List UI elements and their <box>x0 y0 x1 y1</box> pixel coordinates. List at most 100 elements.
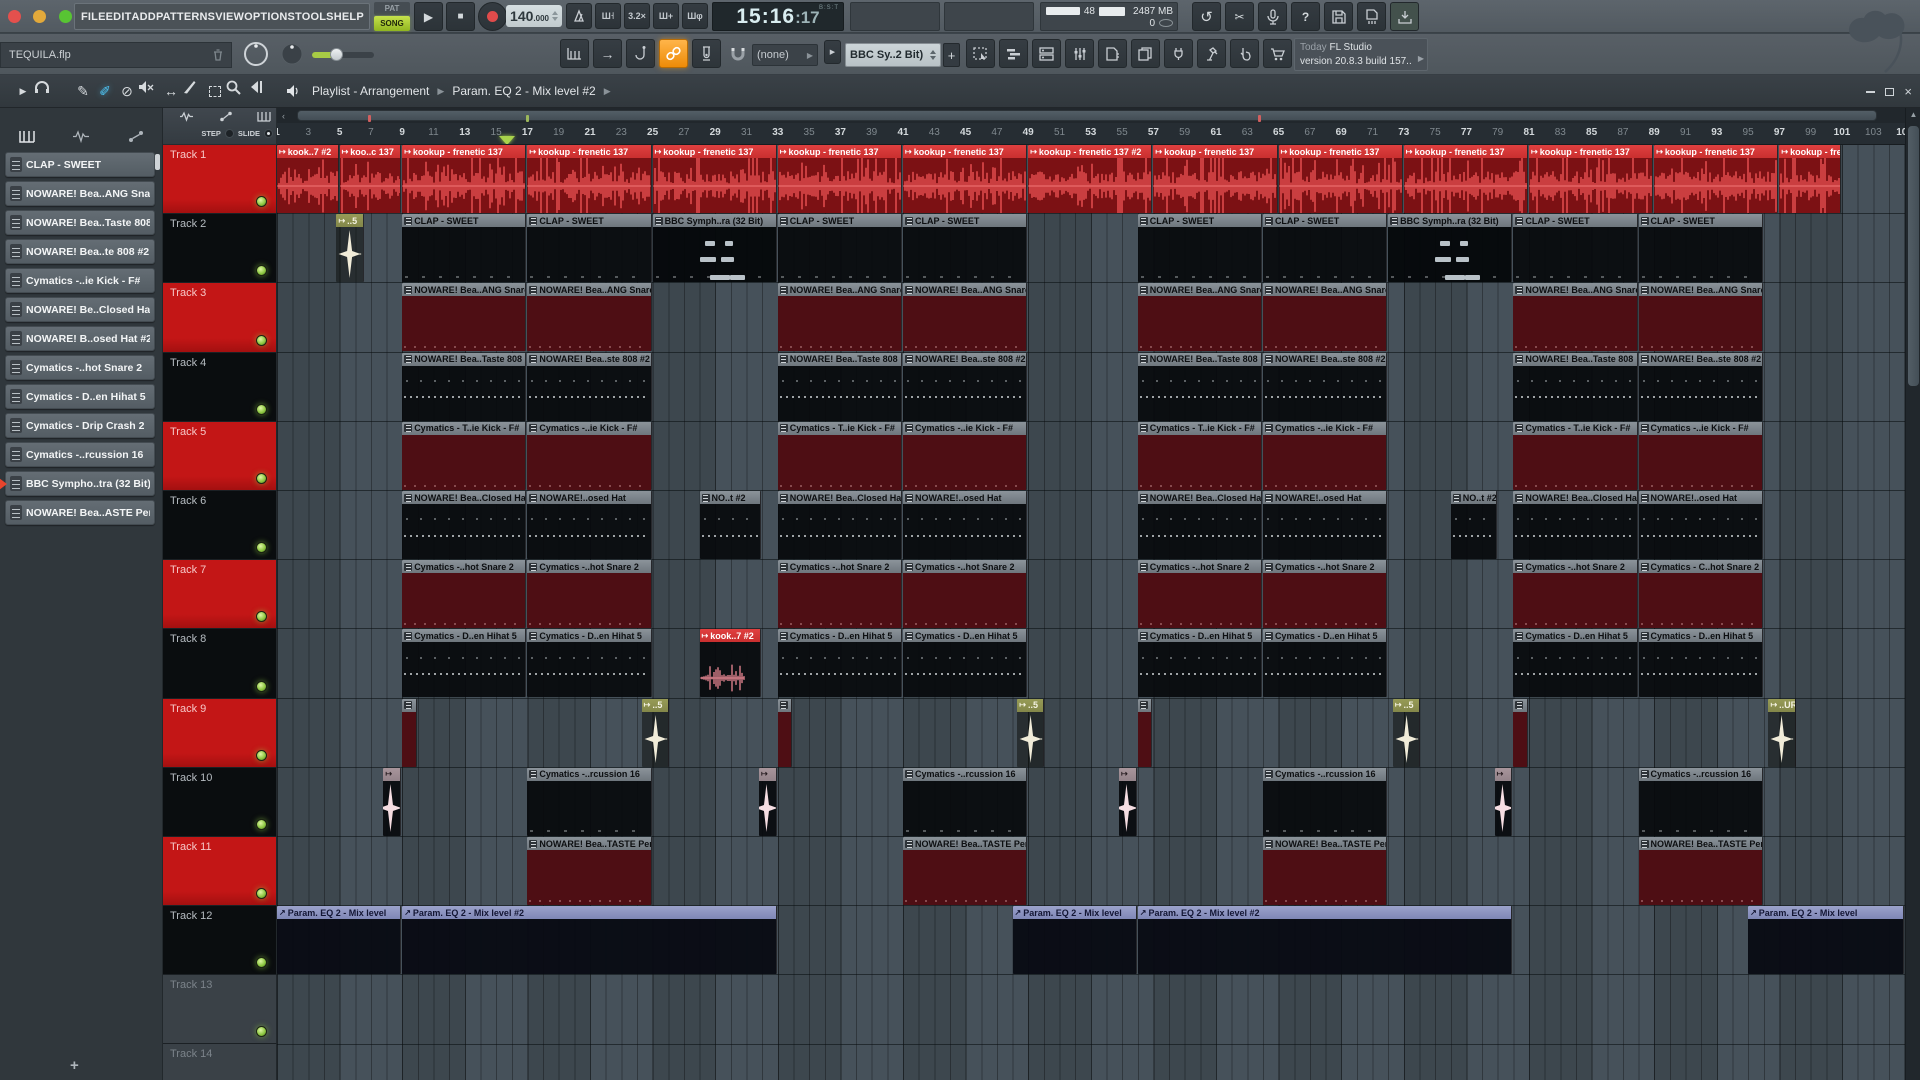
clip[interactable]: Cymatics -..rcussion 16 <box>527 767 652 836</box>
clip[interactable]: Cymatics - D..en Hihat 5 <box>402 629 527 698</box>
news-hint-panel[interactable]: Today FL Studio version 20.8.3 build 157… <box>1294 38 1428 71</box>
step-edit-button[interactable] <box>560 39 589 68</box>
clip[interactable]: NOWARE! Bea..TASTE Perc <box>1262 837 1388 905</box>
clip[interactable]: NO..t #2 <box>1450 491 1497 559</box>
clip[interactable]: NOWARE! Bea..ANG Snare <box>1137 283 1262 352</box>
main-volume-knob[interactable] <box>242 40 270 68</box>
draw-tool-button[interactable]: ✎ <box>72 80 94 102</box>
clip[interactable]: ↗ Param. EQ 2 - Mix level #2 <box>402 906 777 975</box>
track-led[interactable] <box>256 611 267 623</box>
clip[interactable]: NOWARE! Bea..Closed Hat <box>1137 491 1262 559</box>
track-header[interactable]: Track 9 <box>163 698 277 768</box>
scroll-left-icon[interactable]: ‹ <box>282 111 285 121</box>
clip[interactable]: Cymatics - T..ie Kick - F# <box>1137 421 1262 490</box>
headphones-icon[interactable] <box>34 80 58 102</box>
shuffle-slider[interactable] <box>312 48 374 61</box>
clip[interactable]: Cymatics - C..hot Snare 2 <box>1638 560 1763 629</box>
playback-tool-button[interactable] <box>248 80 270 102</box>
mixer-toggle-button[interactable] <box>1065 39 1094 68</box>
clip[interactable]: NOWARE! Bea..ste 808 #2 <box>903 352 1028 421</box>
clip[interactable]: CLAP - SWEET <box>1513 214 1638 283</box>
clip[interactable]: Cymatics - T..ie Kick - F# <box>777 421 902 490</box>
clip[interactable]: ↦ kookup - frenetic 137 <box>652 145 777 213</box>
step-advance-button[interactable]: → <box>593 39 622 68</box>
clip[interactable]: ↦kookup - frenetic 137 #2 <box>1779 145 1841 213</box>
clip[interactable]: NOWARE! Bea..TASTE Perc <box>1638 837 1763 905</box>
clip[interactable]: ↦ kookup - frenetic 137 <box>1529 145 1654 213</box>
picker-item[interactable]: Cymatics -..rcussion 16 <box>5 442 155 467</box>
slide-marker-icon[interactable] <box>219 111 233 122</box>
playlist-track-row[interactable]: ↗ Param. EQ 2 - Mix level ↗ Param. EQ 2 - M… <box>277 906 1905 976</box>
record-button[interactable] <box>478 2 507 31</box>
typing-keyboard-button[interactable] <box>626 39 655 68</box>
main-pitch-knob[interactable] <box>278 40 306 68</box>
clip[interactable]: NOWARE! Bea..Taste 808 <box>777 352 902 421</box>
clip[interactable]: ↦ <box>759 767 777 836</box>
pattern-marker-icon[interactable] <box>257 111 271 122</box>
clip[interactable]: ↦ ..5 <box>641 698 669 767</box>
clip[interactable]: Cymatics -..rcussion 16 <box>1262 767 1388 836</box>
clip[interactable]: ↦ kookup - frenetic 137 <box>777 145 902 213</box>
clip[interactable]: Cymatics - D..en Hihat 5 <box>1638 629 1763 698</box>
clip[interactable]: ↦ <box>1494 767 1513 836</box>
slice-tool-button[interactable] <box>182 80 204 102</box>
track-led[interactable] <box>256 888 267 900</box>
shop-button[interactable] <box>1263 39 1292 68</box>
clip[interactable]: BBC Symph..ra (32 Bit) <box>1388 214 1513 283</box>
clip[interactable]: NOWARE! Bea..Taste 808 <box>1513 352 1638 421</box>
automation-tab-icon[interactable] <box>128 130 144 143</box>
browser-toggle-button[interactable] <box>1098 39 1127 68</box>
clip[interactable]: Cymatics -..rcussion 16 <box>1638 767 1763 836</box>
clip[interactable]: Cymatics - D..en Hihat 5 <box>1262 629 1388 698</box>
zoom-window-button[interactable] <box>58 10 72 23</box>
audio-marker-icon[interactable] <box>179 111 194 122</box>
clip[interactable]: Cymatics -..ie Kick - F# <box>527 421 652 490</box>
paint-tool-button[interactable]: ✐ <box>94 80 116 102</box>
playlist-track-row[interactable]: Cymatics - D..en Hihat 5 Cymatics - D..en… <box>277 629 1905 699</box>
menu-item-add[interactable]: ADD <box>132 11 156 23</box>
clip[interactable]: ↦ kookup - frenetic 137 <box>903 145 1028 213</box>
clip[interactable]: ↦ kook..7 #2 <box>699 629 762 698</box>
project-picker-button[interactable] <box>1131 39 1160 68</box>
clip[interactable]: CLAP - SWEET <box>1137 214 1262 283</box>
track-led[interactable] <box>256 403 267 415</box>
clip[interactable]: NOWARE! Bea..Closed Hat <box>402 491 527 559</box>
vertical-scrollbar[interactable]: ▲ <box>1905 108 1920 1080</box>
blend-recording-button[interactable]: Шφ <box>682 3 708 29</box>
track-header[interactable]: Track 3 <box>163 283 277 353</box>
clip[interactable]: ↗ Param. EQ 2 - Mix level <box>1748 906 1904 975</box>
picker-item[interactable]: CLAP - SWEET <box>5 152 155 177</box>
remote-control-button[interactable] <box>1197 39 1226 68</box>
clip[interactable]: NOWARE! Bea..ste 808 #2 <box>1638 352 1763 421</box>
save-as-button[interactable] <box>1357 2 1386 31</box>
clip[interactable]: Cymatics - T..ie Kick - F# <box>1513 421 1638 490</box>
clip[interactable]: BBC Symph..ra (32 Bit) <box>652 214 777 283</box>
clip[interactable] <box>402 698 417 767</box>
menu-item-patterns[interactable]: PATTERNS <box>156 11 215 23</box>
track-led[interactable] <box>256 680 267 692</box>
picker-item[interactable]: NOWARE! Bea..ASTE Perc <box>5 500 155 525</box>
clip[interactable]: CLAP - SWEET <box>1262 214 1388 283</box>
patterns-tab-icon[interactable] <box>19 130 35 143</box>
clip[interactable]: Cymatics - T..ie Kick - F# <box>402 421 527 490</box>
trash-icon[interactable] <box>213 49 223 61</box>
playlist-toggle-button[interactable] <box>966 39 995 68</box>
clip[interactable]: NOWARE! Bea..Closed Hat <box>777 491 902 559</box>
instrument-spinner[interactable] <box>930 50 936 60</box>
menu-item-tools[interactable]: TOOLS <box>295 11 334 23</box>
clip[interactable]: NOWARE! Bea..Taste 808 <box>402 352 527 421</box>
menu-item-view[interactable]: VIEW <box>215 11 244 23</box>
snap-magnet-icon[interactable] <box>730 46 746 62</box>
save-button[interactable] <box>1324 2 1353 31</box>
menu-item-edit[interactable]: EDIT <box>106 11 132 23</box>
clip[interactable]: Cymatics -..hot Snare 2 <box>1513 560 1638 629</box>
clip[interactable]: NOWARE! Bea..TASTE Perc <box>527 837 652 905</box>
select-tool-button[interactable] <box>204 80 226 102</box>
clip[interactable]: NOWARE! Bea..ANG Snare <box>1513 283 1638 352</box>
plugin-database-button[interactable] <box>1164 39 1193 68</box>
clip[interactable]: ↦ kookup - frenetic 137 <box>1403 145 1528 213</box>
menu-item-file[interactable]: FILE <box>81 11 106 23</box>
cut-button[interactable]: ✂ <box>1225 2 1254 31</box>
playlist-track-row[interactable]: Cymatics -..hot Snare 2 Cymatics -..hot S… <box>277 560 1905 630</box>
countdown-button[interactable]: 3.2× <box>624 3 650 29</box>
